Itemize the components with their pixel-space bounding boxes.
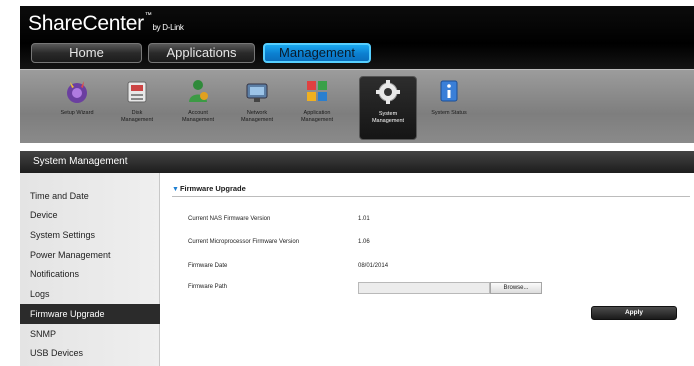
sidebar-item-label: Power Management — [30, 250, 111, 260]
firmware-date-value: 08/01/2014 — [358, 263, 389, 269]
toolbar-label-line2: Management — [120, 116, 154, 123]
sidebar-item-label: USB Devices — [30, 348, 84, 358]
apply-button[interactable]: Apply — [591, 306, 677, 320]
toolbar-label: System Status — [431, 110, 467, 116]
firmware-path-label: Firmware Path — [188, 284, 228, 290]
sidebar-item-device[interactable]: Device — [20, 205, 160, 225]
toolbar-application-management[interactable]: Application Management — [288, 76, 346, 140]
sidebar-item-power-management[interactable]: Power Management — [20, 245, 160, 265]
tab-applications-label: Applications — [166, 45, 237, 60]
collapse-triangle-icon[interactable]: ▼ — [172, 186, 179, 193]
wizard-icon — [67, 81, 87, 103]
system-gear-icon — [376, 80, 400, 104]
disk-icon — [127, 81, 147, 103]
account-icon — [189, 80, 208, 102]
firmware-upgrade-header[interactable]: ▼Firmware Upgrade — [172, 183, 690, 197]
sidebar-item-label: SNMP — [30, 329, 57, 339]
nas-firmware-label: Current NAS Firmware Version — [188, 216, 271, 222]
sidebar-item-system-settings[interactable]: System Settings — [20, 225, 160, 245]
tab-management[interactable]: Management — [263, 43, 371, 63]
toolbar-label-line1: Network — [246, 110, 268, 116]
toolbar-label-line1: Account — [188, 110, 208, 116]
sidebar-item-label: Notifications — [30, 269, 80, 279]
toolbar-label: Network Management — [228, 110, 286, 123]
firmware-path-input[interactable] — [358, 282, 490, 294]
browse-button[interactable]: Browse... — [490, 282, 542, 294]
toolbar-setup-wizard[interactable]: Setup Wizard — [48, 76, 106, 140]
toolbar-label: Disk Management — [108, 110, 166, 123]
toolbar-label-line2: Management — [300, 116, 334, 123]
toolbar-label-line1: Disk — [131, 110, 143, 116]
top-header: ShareCenter™by D-Link Home Applications … — [20, 6, 694, 69]
nas-firmware-value: 1.01 — [358, 216, 370, 222]
tab-home[interactable]: Home — [31, 43, 142, 63]
sidebar-item-firmware-upgrade[interactable]: Firmware Upgrade — [20, 304, 160, 324]
management-toolbar: Setup Wizard Disk Management Account Manag… — [20, 69, 694, 143]
sidebar-item-usb-devices[interactable]: USB Devices — [20, 343, 160, 363]
sidebar-item-time-and-date[interactable]: Time and Date — [20, 186, 160, 206]
section-title-bar: System Management — [20, 151, 694, 173]
toolbar-label-line2: Management — [181, 116, 215, 123]
tab-management-label: Management — [279, 45, 355, 60]
firmware-upgrade-panel: ▼Firmware Upgrade Current NAS Firmware V… — [160, 173, 694, 366]
toolbar-label-line1: System — [378, 111, 398, 117]
toolbar-disk-management[interactable]: Disk Management — [108, 76, 166, 140]
section-title: System Management — [33, 156, 128, 167]
micro-firmware-value: 1.06 — [358, 239, 370, 245]
toolbar-system-status[interactable]: System Status — [420, 76, 478, 140]
toolbar-account-management[interactable]: Account Management — [169, 76, 227, 140]
toolbar-label-line2: Management — [371, 117, 405, 124]
sharecenter-window: ShareCenter™by D-Link Home Applications … — [0, 0, 694, 366]
sidebar-item-label: Firmware Upgrade — [30, 309, 105, 319]
sidebar-item-label: Time and Date — [30, 191, 89, 201]
tab-applications[interactable]: Applications — [148, 43, 255, 63]
firmware-date-label: Firmware Date — [188, 263, 228, 269]
toolbar-system-management[interactable]: System Management — [359, 76, 417, 140]
logo-by-dlink: by D-Link — [152, 23, 184, 32]
sidebar-item-snmp[interactable]: SNMP — [20, 324, 160, 344]
toolbar-label: Setup Wizard — [60, 110, 94, 116]
sidebar-item-notifications[interactable]: Notifications — [20, 264, 160, 284]
toolbar-label: Account Management — [169, 110, 227, 123]
application-icon — [307, 81, 327, 101]
sidebar: Time and Date Device System Settings Pow… — [20, 173, 160, 366]
sidebar-item-label: Logs — [30, 289, 50, 299]
sharecenter-logo: ShareCenter™by D-Link — [28, 12, 184, 36]
sidebar-item-logs[interactable]: Logs — [20, 284, 160, 304]
sidebar-item-label: Device — [30, 210, 58, 220]
toolbar-label: System Management — [360, 111, 416, 124]
toolbar-network-management[interactable]: Network Management — [228, 76, 286, 140]
info-icon — [440, 80, 458, 102]
sidebar-item-label: System Settings — [30, 230, 96, 240]
tab-home-label: Home — [69, 45, 104, 60]
toolbar-label-line2: Management — [240, 116, 274, 123]
logo-text: ShareCenter — [28, 12, 144, 35]
network-icon — [246, 83, 268, 102]
logo-trademark: ™ — [144, 12, 152, 19]
micro-firmware-label: Current Microprocessor Firmware Version — [188, 239, 300, 245]
firmware-upgrade-title: Firmware Upgrade — [179, 184, 246, 193]
toolbar-label: Application Management — [288, 110, 346, 123]
toolbar-label-line1: Application — [303, 110, 331, 116]
